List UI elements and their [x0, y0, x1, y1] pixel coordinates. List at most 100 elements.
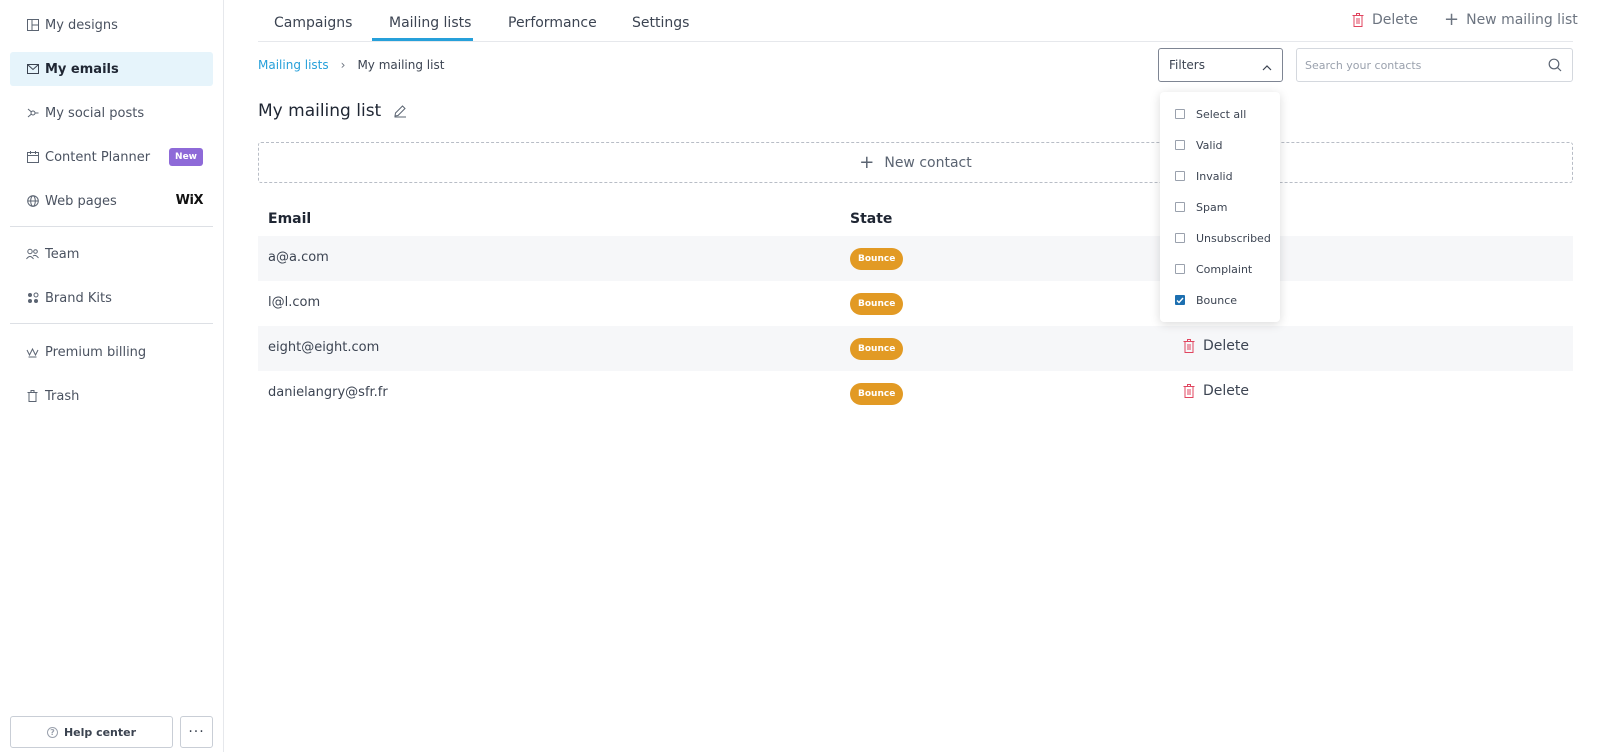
trash-icon	[1183, 384, 1195, 398]
sidebar-item-brand-kits[interactable]: Brand Kits	[10, 281, 213, 315]
delete-list-label: Delete	[1372, 12, 1418, 28]
search-icon[interactable]	[1548, 58, 1562, 76]
sidebar-item-label: My social posts	[45, 105, 145, 121]
trash-icon	[1352, 13, 1364, 27]
sidebar-item-my-social-posts[interactable]: My social posts	[10, 96, 213, 130]
status-badge: Bounce	[850, 293, 904, 315]
filters-label: Filters	[1169, 58, 1205, 72]
mail-icon	[26, 63, 39, 76]
filter-option-label: Spam	[1196, 200, 1228, 214]
help-center-button[interactable]: ? Help center	[10, 716, 173, 748]
table-row: l@l.com Bounce	[258, 281, 1573, 326]
help-center-label: Help center	[63, 725, 137, 739]
checkbox[interactable]	[1175, 109, 1185, 119]
sidebar-item-my-designs[interactable]: My designs	[10, 8, 213, 42]
sidebar-item-web-pages[interactable]: Web pages WiX	[10, 184, 213, 218]
sidebar-item-team[interactable]: Team	[10, 237, 213, 271]
breadcrumb-current: My mailing list	[357, 58, 445, 72]
filters-menu: Select all Valid Invalid Spam Unsubscrib…	[1160, 92, 1280, 322]
new-mailing-list-button[interactable]: + New mailing list	[1444, 9, 1578, 30]
designs-icon	[26, 19, 39, 32]
trash-icon	[1183, 339, 1195, 353]
checkbox[interactable]	[1175, 233, 1185, 243]
plus-icon: +	[859, 152, 875, 173]
globe-icon	[26, 195, 39, 208]
tab-mailing-lists[interactable]: Mailing lists	[389, 15, 471, 31]
search-input[interactable]	[1305, 58, 1535, 72]
filters-dropdown[interactable]: Filters	[1158, 48, 1283, 82]
delete-contact-button[interactable]: Delete	[1183, 338, 1249, 354]
delete-contact-button[interactable]: Delete	[1183, 383, 1249, 399]
delete-list-button[interactable]: Delete	[1352, 12, 1418, 28]
new-badge: New	[169, 148, 203, 166]
sidebar: My designs My emails My social posts Con…	[0, 0, 224, 752]
tabs-divider	[258, 41, 1573, 42]
new-contact-label: New contact	[884, 154, 972, 171]
more-icon: ···	[188, 724, 205, 740]
sidebar-divider	[10, 323, 213, 324]
sidebar-item-label: My emails	[45, 61, 119, 77]
sidebar-item-trash[interactable]: Trash	[10, 379, 213, 413]
plus-icon: +	[1444, 9, 1460, 30]
checkbox-checked[interactable]	[1175, 295, 1185, 305]
table-row: eight@eight.com Bounce Delete	[258, 326, 1573, 371]
sidebar-item-premium-billing[interactable]: Premium billing	[10, 335, 213, 369]
tab-settings[interactable]: Settings	[632, 15, 689, 31]
breadcrumb-link-mailing-lists[interactable]: Mailing lists	[258, 58, 329, 72]
filter-option-spam[interactable]: Spam	[1160, 197, 1280, 217]
sidebar-item-label: Trash	[45, 388, 80, 404]
sidebar-divider	[10, 226, 213, 227]
team-icon	[26, 248, 39, 261]
check-icon	[1176, 297, 1184, 304]
checkbox[interactable]	[1175, 140, 1185, 150]
filter-option-complaint[interactable]: Complaint	[1160, 259, 1280, 279]
pencil-icon[interactable]	[393, 104, 407, 118]
sidebar-item-content-planner[interactable]: Content Planner New	[10, 140, 213, 174]
sidebar-item-label: Premium billing	[45, 344, 147, 360]
tab-campaigns[interactable]: Campaigns	[274, 15, 352, 31]
sidebar-item-label: My designs	[45, 17, 118, 33]
calendar-icon	[26, 151, 39, 164]
filter-option-label: Valid	[1196, 138, 1223, 152]
sidebar-item-label: Team	[45, 246, 80, 262]
crown-icon	[26, 346, 39, 359]
page-title-text: My mailing list	[258, 101, 382, 121]
tab-performance[interactable]: Performance	[508, 15, 597, 31]
table-row: danielangry@sfr.fr Bounce Delete	[258, 371, 1573, 416]
wix-logo: WiX	[175, 193, 204, 208]
contact-email: l@l.com	[268, 295, 321, 310]
brand-kits-icon	[26, 292, 39, 305]
status-badge: Bounce	[850, 338, 904, 360]
checkbox[interactable]	[1175, 171, 1185, 181]
page-title: My mailing list	[258, 101, 407, 121]
more-options-button[interactable]: ···	[180, 716, 213, 748]
filter-option-label: Unsubscribed	[1196, 231, 1271, 245]
checkbox[interactable]	[1175, 264, 1185, 274]
filter-option-invalid[interactable]: Invalid	[1160, 166, 1280, 186]
checkbox[interactable]	[1175, 202, 1185, 212]
filter-option-valid[interactable]: Valid	[1160, 135, 1280, 155]
social-icon	[26, 107, 39, 120]
help-icon: ?	[46, 726, 58, 738]
filter-option-label: Select all	[1196, 107, 1247, 121]
column-header-email[interactable]: Email	[268, 211, 311, 227]
filter-option-label: Invalid	[1196, 169, 1233, 183]
contact-email: danielangry@sfr.fr	[268, 385, 388, 400]
contact-email: eight@eight.com	[268, 340, 380, 355]
column-header-state[interactable]: State	[850, 211, 892, 227]
sidebar-item-my-emails[interactable]: My emails	[10, 52, 213, 86]
chevron-right-icon: ›	[340, 58, 346, 72]
filter-option-unsubscribed[interactable]: Unsubscribed	[1160, 228, 1280, 248]
chevron-up-icon	[1262, 60, 1272, 74]
contact-email: a@a.com	[268, 250, 329, 265]
table-row: a@a.com Bounce	[258, 236, 1573, 281]
filter-option-bounce[interactable]: Bounce	[1160, 290, 1280, 310]
new-contact-button[interactable]: + New contact	[258, 142, 1573, 183]
trash-icon	[26, 390, 39, 403]
status-badge: Bounce	[850, 248, 904, 270]
filter-option-label: Complaint	[1196, 262, 1253, 276]
new-mailing-list-label: New mailing list	[1466, 12, 1578, 28]
filter-option-label: Bounce	[1196, 293, 1238, 307]
filter-option-select-all[interactable]: Select all	[1160, 104, 1280, 124]
breadcrumb: Mailing lists › My mailing list	[258, 58, 444, 72]
